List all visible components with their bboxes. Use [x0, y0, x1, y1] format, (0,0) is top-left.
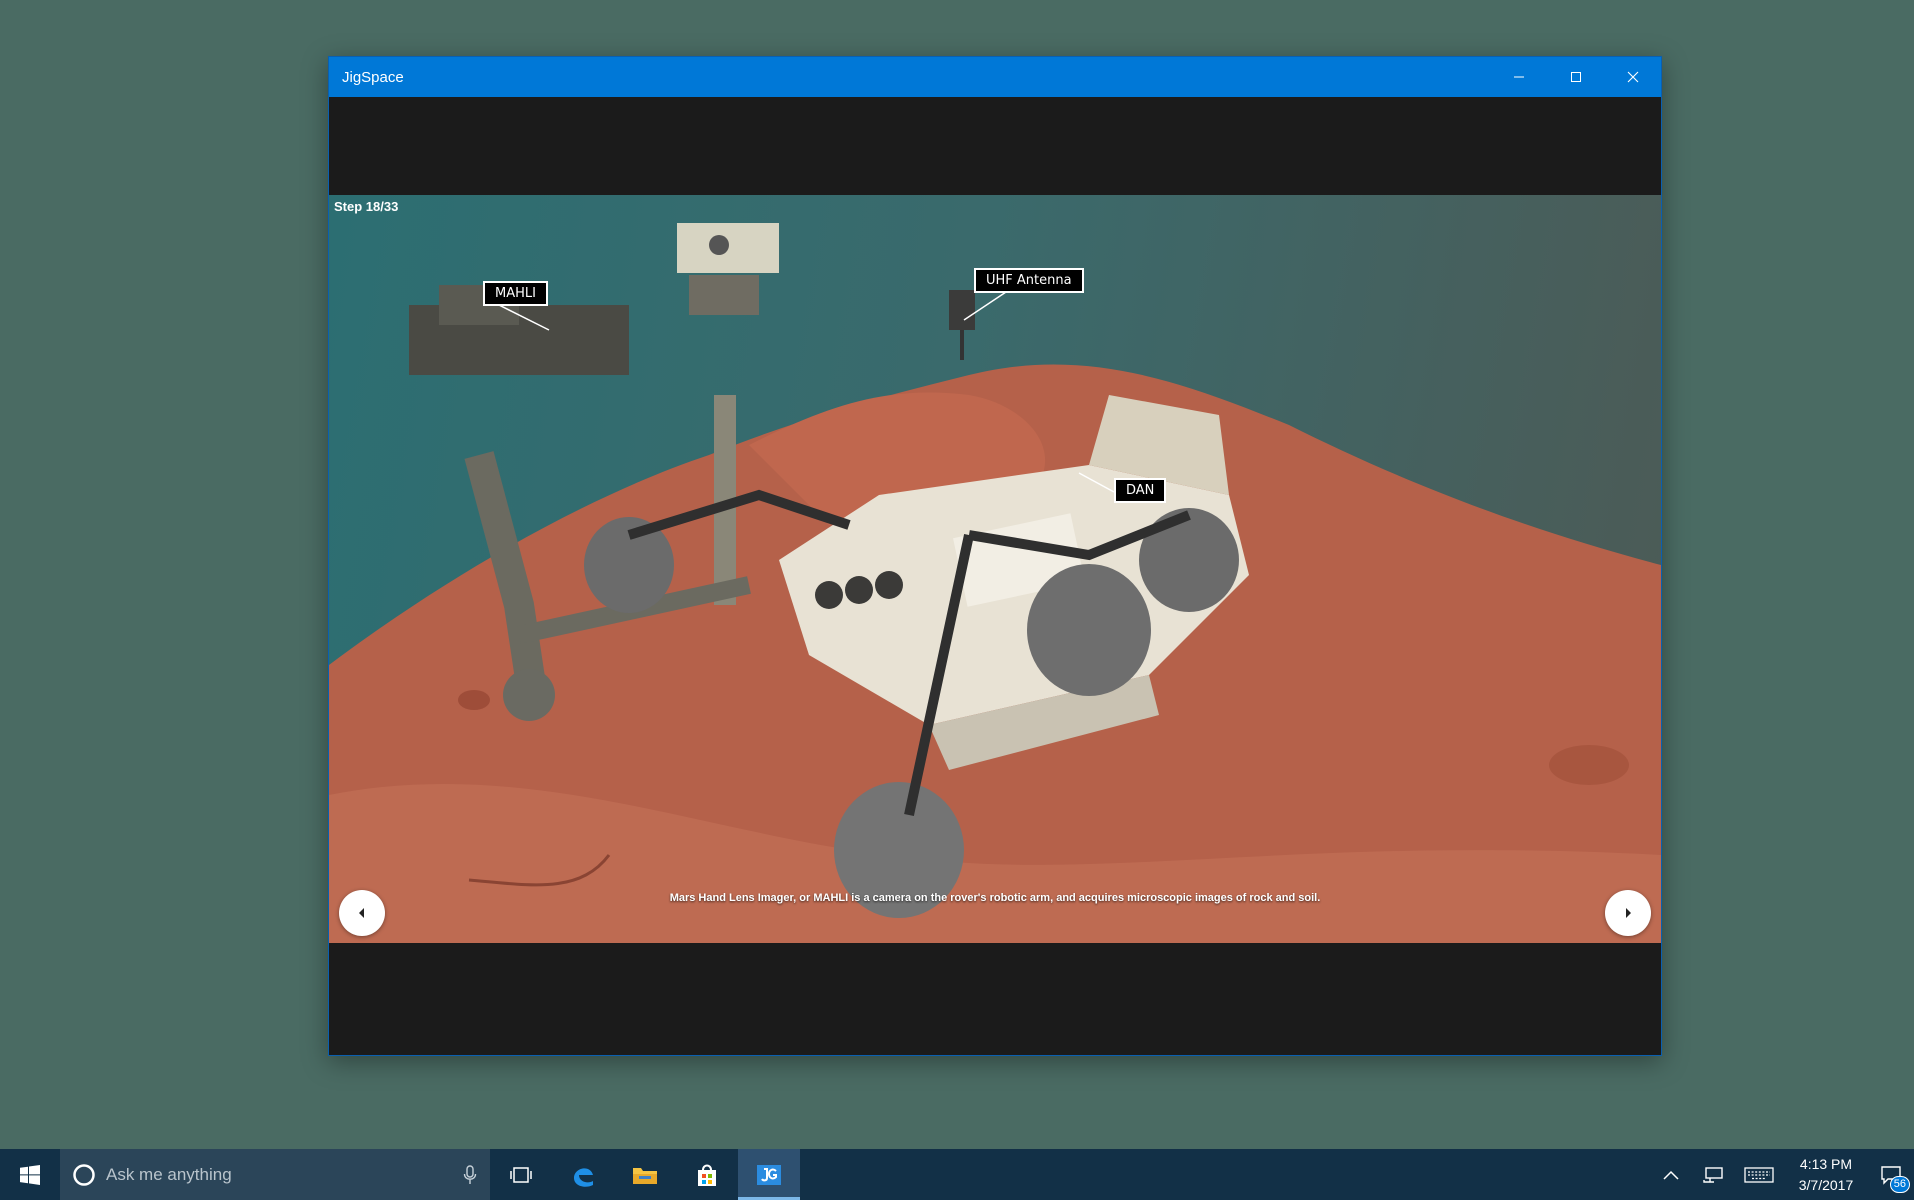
task-view-button[interactable]: [490, 1149, 552, 1200]
touch-keyboard-button[interactable]: [1734, 1149, 1784, 1200]
chevron-right-icon: [1626, 908, 1631, 918]
close-button[interactable]: [1604, 57, 1661, 97]
search-box[interactable]: Ask me anything: [60, 1149, 490, 1200]
store-icon: [698, 1164, 716, 1186]
system-tray: 4:13 PM 3/7/2017 56: [1650, 1149, 1914, 1200]
window-title: JigSpace: [342, 68, 404, 86]
jigspace-icon: [757, 1164, 781, 1185]
callout-dan[interactable]: DAN: [1114, 478, 1167, 503]
file-explorer-button[interactable]: [614, 1149, 676, 1200]
task-view-icon: [510, 1166, 532, 1183]
minimize-button[interactable]: [1490, 57, 1547, 97]
edge-button[interactable]: [552, 1149, 614, 1200]
terrain-rock: [1549, 745, 1629, 785]
callout-uhf-antenna[interactable]: UHF Antenna: [974, 268, 1084, 293]
notification-count-badge: 56: [1889, 1176, 1910, 1193]
windows-start-icon: [20, 1164, 40, 1185]
cortana-icon: [73, 1163, 95, 1186]
next-step-button[interactable]: [1605, 890, 1651, 936]
search-placeholder: Ask me anything: [106, 1164, 232, 1184]
title-bar[interactable]: JigSpace: [329, 57, 1661, 97]
microphone-button[interactable]: [450, 1164, 490, 1185]
clock-date: 3/7/2017: [1798, 1176, 1854, 1193]
keyboard-icon: [1744, 1166, 1774, 1183]
network-icon: [1703, 1166, 1723, 1183]
uhf-antenna: [949, 290, 975, 330]
chevron-left-icon: [359, 908, 364, 918]
start-button[interactable]: [0, 1149, 60, 1200]
store-button[interactable]: [676, 1149, 738, 1200]
rover-3d-scene[interactable]: [329, 195, 1661, 943]
maximize-button[interactable]: [1547, 57, 1604, 97]
minimize-icon: [1513, 76, 1524, 78]
model-viewer[interactable]: Step 18/33 MAHLI UHF Antenna DAN Mars Ha…: [329, 195, 1661, 943]
maximize-icon: [1570, 72, 1581, 82]
clock-time: 4:13 PM: [1799, 1155, 1853, 1172]
step-counter: Step 18/33: [334, 199, 399, 214]
edge-icon: [574, 1167, 593, 1187]
network-button[interactable]: [1692, 1149, 1734, 1200]
microphone-icon: [463, 1164, 477, 1184]
app-window: JigSpace Step 18/33 MAHLI UHF Antenna DA…: [328, 56, 1662, 1056]
taskbar: Ask me anything 4:13 PM 3/7/2017 56: [0, 1149, 1914, 1200]
chevron-up-icon: [1663, 1170, 1679, 1180]
action-center-button[interactable]: 56: [1868, 1149, 1914, 1200]
file-explorer-icon: [633, 1167, 657, 1184]
callout-mahli[interactable]: MAHLI: [483, 281, 548, 306]
previous-step-button[interactable]: [339, 890, 385, 936]
taskbar-clock[interactable]: 4:13 PM 3/7/2017: [1784, 1154, 1868, 1196]
show-hidden-icons-button[interactable]: [1650, 1149, 1692, 1200]
close-icon: [1627, 71, 1638, 83]
terrain-rock: [458, 690, 490, 710]
jigspace-taskbar-button[interactable]: [738, 1149, 800, 1200]
step-caption: Mars Hand Lens Imager, or MAHLI is a cam…: [669, 892, 1321, 904]
